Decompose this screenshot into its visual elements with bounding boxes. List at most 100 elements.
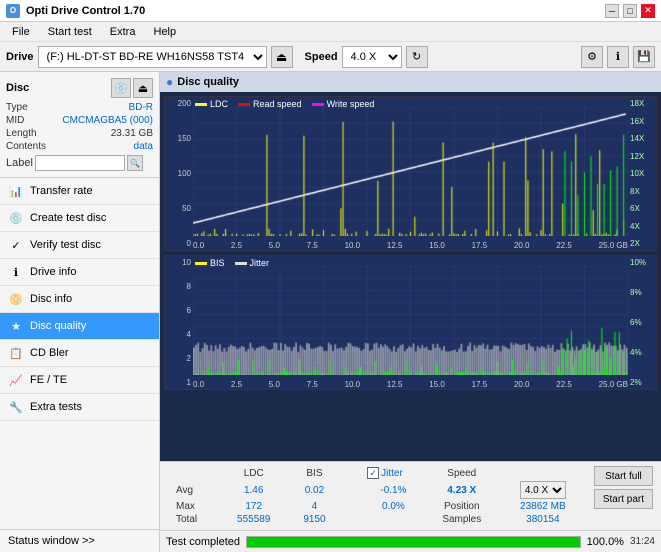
menu-bar: File Start test Extra Help: [0, 22, 661, 42]
disc-length-label: Length: [6, 128, 37, 139]
bottom-chart-canvas: [193, 266, 628, 375]
disc-label-row: Label 🔍: [6, 155, 153, 171]
chart-bottom-x-axis: 0.0 2.5 5.0 7.5 10.0 12.5 15.0 17.5 20.0…: [193, 380, 628, 389]
disc-label-btn[interactable]: 🔍: [127, 155, 143, 171]
refresh-button[interactable]: ↻: [406, 46, 428, 68]
legend-jitter-dot: [235, 262, 247, 265]
progress-bar-outer: [246, 536, 581, 548]
drive-selector[interactable]: (F:) HL-DT-ST BD-RE WH16NS58 TST4: [38, 46, 267, 68]
avg-bis: 0.02: [288, 480, 341, 500]
jitter-checkbox[interactable]: ✓: [367, 467, 379, 479]
col-empty: [168, 466, 219, 480]
cd-bler-icon: 📋: [8, 345, 24, 361]
nav-extra-tests-label: Extra tests: [30, 401, 82, 413]
eject-button[interactable]: ⏏: [271, 46, 293, 68]
samples-value: 380154: [500, 513, 586, 526]
nav-transfer-rate[interactable]: 📊 Transfer rate: [0, 178, 159, 205]
total-label: Total: [168, 513, 219, 526]
position-label: Position: [424, 500, 500, 513]
menu-file[interactable]: File: [4, 24, 38, 40]
disc-header: Disc 💿 ⏏: [6, 78, 153, 98]
chart-bottom-y-left: 10 8 6 4 2 1: [165, 256, 193, 389]
avg-empty: [341, 480, 363, 500]
nav-create-test-disc[interactable]: 💿 Create test disc: [0, 205, 159, 232]
top-chart-canvas: [193, 107, 628, 236]
disc-mid-value: CMCMAGBA5 (000): [62, 115, 153, 126]
minimize-button[interactable]: ─: [605, 4, 619, 18]
progress-time: 31:24: [630, 536, 655, 547]
col-empty3: [500, 466, 586, 480]
nav-disc-quality[interactable]: ★ Disc quality: [0, 313, 159, 340]
disc-eject-btn[interactable]: ⏏: [133, 78, 153, 98]
status-window[interactable]: Status window >>: [0, 529, 159, 552]
nav-fe-te[interactable]: 📈 FE / TE: [0, 367, 159, 394]
title-bar-left: O Opti Drive Control 1.70: [6, 4, 145, 18]
legend-bis-dot: [195, 262, 207, 265]
progress-status: Test completed: [166, 536, 240, 548]
max-ldc: 172: [219, 500, 287, 513]
settings-button[interactable]: ⚙: [581, 46, 603, 68]
max-label: Max: [168, 500, 219, 513]
drive-label: Drive: [6, 51, 34, 63]
progress-percent: 100.0%: [587, 536, 624, 548]
disc-contents-row: Contents data: [6, 141, 153, 152]
legend-write-label: Write speed: [327, 99, 375, 109]
verify-test-disc-icon: ✓: [8, 237, 24, 253]
title-controls: ─ □ ✕: [605, 4, 655, 18]
maximize-button[interactable]: □: [623, 4, 637, 18]
info-button[interactable]: ℹ: [607, 46, 629, 68]
menu-extra[interactable]: Extra: [102, 24, 144, 40]
menu-start-test[interactable]: Start test: [40, 24, 100, 40]
col-speed: Speed: [424, 466, 500, 480]
app-title: Opti Drive Control 1.70: [26, 5, 145, 17]
position-value: 23862 MB: [500, 500, 586, 513]
total-empty2: [363, 513, 424, 526]
disc-quality-icon: ★: [8, 318, 24, 334]
nav-extra-tests[interactable]: 🔧 Extra tests: [0, 394, 159, 421]
speed-selector[interactable]: 4.0 X: [342, 46, 402, 68]
disc-type-label: Type: [6, 102, 28, 113]
nav-verify-test-disc[interactable]: ✓ Verify test disc: [0, 232, 159, 259]
avg-ldc: 1.46: [219, 480, 287, 500]
disc-icon-btn[interactable]: 💿: [111, 78, 131, 98]
charts-area: LDC Read speed Write speed 200 150: [160, 92, 661, 461]
stats-table: LDC BIS ✓ Jitter Speed Avg: [168, 466, 586, 526]
start-full-button[interactable]: Start full: [594, 466, 653, 486]
disc-mid-label: MID: [6, 115, 24, 126]
legend-jitter: Jitter: [235, 258, 270, 268]
chart-bottom-legend: BIS Jitter: [195, 258, 269, 268]
speed-label: Speed: [305, 51, 338, 63]
chart-top-y-left: 200 150 100 50 0: [165, 97, 193, 250]
avg-speed-selector[interactable]: 4.0 X: [520, 481, 566, 499]
main-layout: Disc 💿 ⏏ Type BD-R MID CMCMAGBA5 (000) L…: [0, 72, 661, 552]
start-part-button[interactable]: Start part: [594, 489, 653, 509]
left-panel: Disc 💿 ⏏ Type BD-R MID CMCMAGBA5 (000) L…: [0, 72, 160, 552]
stats-area: LDC BIS ✓ Jitter Speed Avg: [160, 461, 661, 530]
nav-fe-te-label: FE / TE: [30, 374, 67, 386]
chart-top-legend: LDC Read speed Write speed: [195, 99, 374, 109]
save-button[interactable]: 💾: [633, 46, 655, 68]
nav-cd-bler-label: CD Bler: [30, 347, 69, 359]
legend-ldc-label: LDC: [210, 99, 228, 109]
legend-jitter-label: Jitter: [250, 258, 270, 268]
drive-toolbar: Drive (F:) HL-DT-ST BD-RE WH16NS58 TST4 …: [0, 42, 661, 72]
legend-ldc: LDC: [195, 99, 228, 109]
avg-speed: 4.23 X: [424, 480, 500, 500]
menu-help[interactable]: Help: [145, 24, 184, 40]
close-button[interactable]: ✕: [641, 4, 655, 18]
disc-contents-label: Contents: [6, 141, 46, 152]
nav-cd-bler[interactable]: 📋 CD Bler: [0, 340, 159, 367]
disc-mid-row: MID CMCMAGBA5 (000): [6, 115, 153, 126]
max-bis: 4: [288, 500, 341, 513]
disc-length-row: Length 23.31 GB: [6, 128, 153, 139]
avg-speed-select: 4.0 X: [500, 480, 586, 500]
nav-disc-info-label: Disc info: [30, 293, 72, 305]
legend-read: Read speed: [238, 99, 302, 109]
drive-info-icon: ℹ: [8, 264, 24, 280]
disc-label-input[interactable]: [35, 155, 125, 171]
nav-disc-info[interactable]: 📀 Disc info: [0, 286, 159, 313]
total-bis: 9150: [288, 513, 341, 526]
legend-ldc-dot: [195, 103, 207, 106]
app-icon: O: [6, 4, 20, 18]
nav-drive-info[interactable]: ℹ Drive info: [0, 259, 159, 286]
